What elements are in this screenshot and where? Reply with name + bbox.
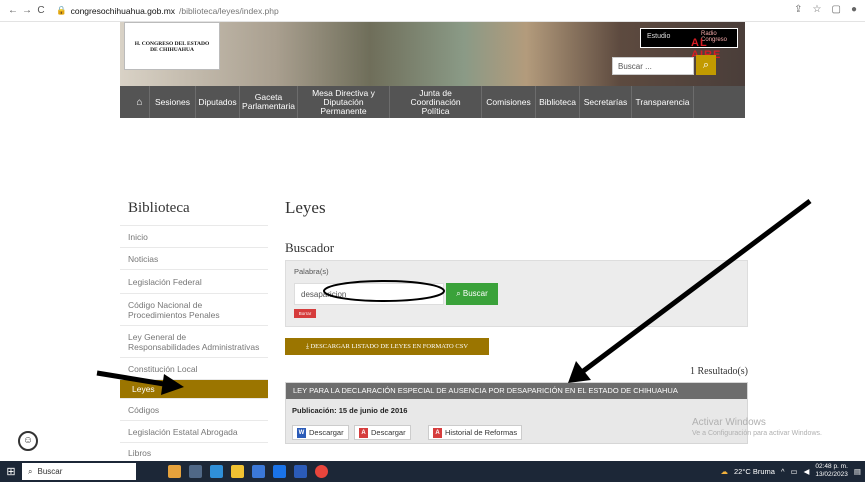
site-search-input[interactable]: Buscar ...: [612, 57, 694, 75]
star-icon[interactable]: ☆: [813, 4, 822, 15]
congress-logo[interactable]: H. CONGRESO DEL ESTADO DE CHIHUAHUA: [124, 22, 220, 70]
search-icon: ⌕: [456, 289, 463, 298]
keyword-input[interactable]: desaparicion: [294, 283, 444, 305]
download-pdf-label: Descargar: [371, 428, 406, 437]
taskbar-apps: [168, 465, 328, 478]
radio-congreso-banner[interactable]: Estudio Radio Congreso AL AIRE: [640, 28, 738, 61]
sidebar-item-legislacion-federal[interactable]: Legislación Federal: [120, 269, 268, 293]
store-icon[interactable]: [252, 465, 265, 478]
publication-date: Publicación: 15 de junio de 2016: [292, 406, 407, 415]
url-host: congresochihuahua.gob.mx: [70, 5, 176, 16]
search-button-label: Buscar: [462, 289, 488, 298]
taskbar-search-label: Buscar: [37, 467, 63, 476]
edge-icon[interactable]: [210, 465, 223, 478]
results-count: 1 Resultado(s): [689, 366, 748, 377]
search-heading: Buscador: [285, 240, 335, 255]
sidebar-item-ley-general[interactable]: Ley General de Responsabilidades Adminis…: [120, 325, 268, 357]
chrome-icon[interactable]: [315, 465, 328, 478]
weather-icon: ☁: [720, 466, 729, 476]
menu-item-gaceta[interactable]: Gaceta Parlamentaria: [240, 86, 298, 118]
main-content: Leyes Buscador Palabra(s) desaparicion ⌕…: [285, 198, 748, 444]
pdf-file-icon: A: [433, 427, 442, 438]
url-path: /biblioteca/leyes/index.php: [179, 5, 279, 16]
windows-start-icon[interactable]: ⊞: [0, 465, 22, 478]
clear-button[interactable]: Borrar: [294, 309, 316, 318]
result-card: LEY PARA LA DECLARACIÓN ESPECIAL DE AUSE…: [285, 382, 748, 444]
menu-item-diputados[interactable]: Diputados: [196, 86, 240, 118]
word-file-icon: W: [297, 427, 306, 438]
clock-date: 13/02/2023: [815, 471, 848, 478]
csv-download-button[interactable]: ⤓ DESCARGAR LISTADO DE LEYES EN FORMATO …: [285, 338, 489, 355]
menu-item-transparencia[interactable]: Transparencia: [632, 86, 694, 118]
weather-text[interactable]: 22°C Bruma: [734, 467, 775, 476]
reload-icon[interactable]: C: [34, 5, 48, 16]
browser-toolbar: ← → C 🔒 congresochihuahua.gob.mx/bibliot…: [0, 0, 865, 22]
back-icon[interactable]: ←: [6, 5, 20, 16]
word-icon[interactable]: [294, 465, 307, 478]
windows-taskbar: ⊞ ⌕ Buscar ☁ 22°C Bruma ^ ▭ ◀ 02:48 p. m…: [0, 461, 865, 482]
forward-icon[interactable]: →: [20, 5, 34, 16]
watermark-subtitle: Ve a Configuración para activar Windows.: [692, 430, 822, 437]
system-tray: ☁ 22°C Bruma ^ ▭ ◀ 02:48 p. m. 13/02/202…: [721, 463, 861, 479]
network-icon[interactable]: ▭: [790, 467, 797, 476]
menu-item-biblioteca[interactable]: Biblioteca: [536, 86, 580, 118]
sidebar-item-noticias[interactable]: Noticias: [120, 247, 268, 269]
menu-item-sesiones[interactable]: Sesiones: [150, 86, 196, 118]
windows-activation-watermark: Activar Windows Ve a Configuración para …: [692, 417, 862, 437]
sidebar-item-inicio[interactable]: Inicio: [120, 225, 268, 247]
accessibility-icon[interactable]: ☺: [18, 431, 38, 451]
publication-label: Publicación:: [292, 406, 337, 415]
reform-history-label: Historial de Reformas: [445, 428, 518, 437]
menu-item-comisiones[interactable]: Comisiones: [482, 86, 536, 118]
clock-time: 02:48 p. m.: [815, 463, 848, 470]
sidebar-item-leyes[interactable]: Leyes: [120, 379, 268, 398]
chevron-up-icon[interactable]: ^: [781, 467, 785, 476]
search-icon: ⌕: [702, 59, 710, 71]
menu-item-secretarias[interactable]: Secretarías: [580, 86, 632, 118]
volume-icon[interactable]: ◀: [804, 467, 810, 476]
library-sidebar: Biblioteca Inicio Noticias Legislación F…: [120, 190, 268, 462]
search-icon: ⌕: [28, 466, 33, 476]
search-button[interactable]: ⌕ Buscar: [446, 283, 498, 305]
download-pdf-button[interactable]: A Descargar: [354, 425, 411, 440]
watermark-title: Activar Windows: [692, 417, 766, 428]
lock-icon: 🔒: [56, 5, 67, 15]
profile-icon[interactable]: ●: [851, 4, 857, 15]
site-search-button[interactable]: ⌕: [696, 55, 716, 75]
file-explorer-icon[interactable]: [231, 465, 244, 478]
download-word-button[interactable]: W Descargar: [292, 425, 349, 440]
notification-icon[interactable]: ▤: [854, 467, 861, 476]
radio-studio-text: Estudio: [647, 33, 671, 40]
keyword-label: Palabra(s): [294, 267, 329, 276]
address-bar[interactable]: 🔒 congresochihuahua.gob.mx/biblioteca/le…: [56, 5, 279, 16]
publication-value: 15 de junio de 2016: [338, 406, 408, 415]
taskbar-search[interactable]: ⌕ Buscar: [22, 463, 136, 480]
csv-button-label: DESCARGAR LISTADO DE LEYES EN FORMATO CS…: [310, 343, 469, 350]
reform-history-button[interactable]: A Historial de Reformas: [428, 425, 523, 440]
mail-icon[interactable]: [273, 465, 286, 478]
home-icon[interactable]: ⌂: [130, 86, 150, 118]
logo-line2: DE CHIHUAHUA: [150, 47, 194, 53]
sidebar-item-constitucion-local[interactable]: Constitución Local: [120, 357, 268, 379]
sidebar-item-abrogada[interactable]: Legislación Estatal Abrogada: [120, 420, 268, 442]
sidebar-title: Biblioteca: [128, 200, 190, 216]
pdf-file-icon: A: [359, 427, 368, 438]
task-view-icon[interactable]: [189, 465, 202, 478]
weather-widget-icon[interactable]: [168, 465, 181, 478]
sidebar-item-libros[interactable]: Libros: [120, 442, 268, 462]
clock[interactable]: 02:48 p. m. 13/02/2023: [815, 463, 848, 479]
share-icon[interactable]: ⇪: [794, 4, 802, 15]
sidebar-item-codigo-nacional[interactable]: Código Nacional de Procedimientos Penale…: [120, 293, 268, 325]
sidebar-item-codigos[interactable]: Códigos: [120, 398, 268, 420]
main-menu: ⌂ Sesiones Diputados Gaceta Parlamentari…: [120, 86, 745, 118]
result-title[interactable]: LEY PARA LA DECLARACIÓN ESPECIAL DE AUSE…: [286, 383, 747, 399]
menu-item-junta[interactable]: Junta de Coordinación Política: [390, 86, 482, 118]
sidepanel-icon[interactable]: ▢: [832, 4, 841, 15]
download-word-label: Descargar: [309, 428, 344, 437]
menu-item-mesa-directiva[interactable]: Mesa Directiva y Diputación Permanente: [298, 86, 390, 118]
search-panel: Palabra(s) desaparicion ⌕ Buscar Borrar: [285, 260, 748, 327]
site-banner: H. CONGRESO DEL ESTADO DE CHIHUAHUA Estu…: [120, 22, 745, 86]
page-title: Leyes: [285, 198, 326, 217]
